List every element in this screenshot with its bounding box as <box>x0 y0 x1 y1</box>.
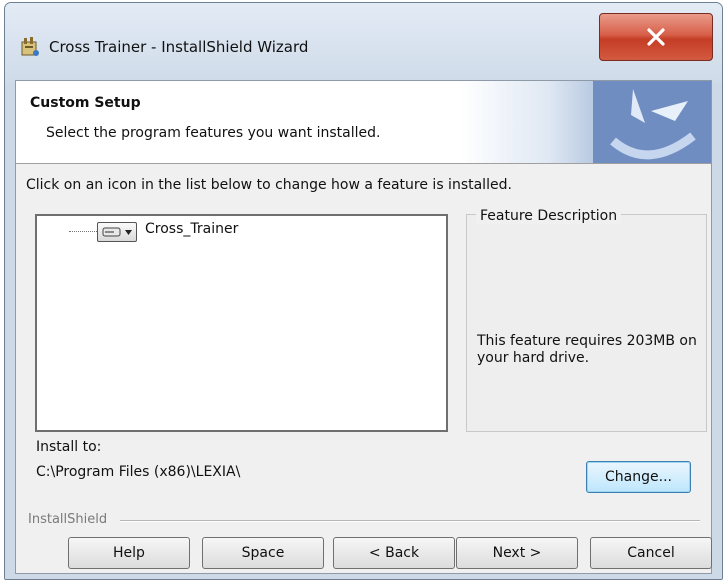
feature-description-text: This feature requires 203MB on your hard… <box>477 333 697 366</box>
hard-drive-icon <box>102 227 121 237</box>
wizard-client-area: Custom Setup Select the program features… <box>15 80 712 574</box>
feature-install-state-button[interactable] <box>97 222 137 242</box>
page-title: Custom Setup <box>30 95 141 111</box>
install-to-label: Install to: <box>36 439 102 455</box>
change-button[interactable]: Change... <box>586 461 691 493</box>
feature-description-heading: Feature Description <box>476 208 622 224</box>
footer-divider <box>120 520 700 522</box>
install-path: C:\Program Files (x86)\LEXIA\ <box>36 464 241 480</box>
page-subtitle: Select the program features you want ins… <box>46 125 381 141</box>
installshield-logo-icon <box>593 81 711 163</box>
installer-window: Cross Trainer - InstallShield Wizard Cus… <box>4 2 723 580</box>
back-button[interactable]: < Back <box>333 537 455 569</box>
help-button[interactable]: Help <box>68 537 190 569</box>
close-icon <box>647 28 665 46</box>
title-bar: Cross Trainer - InstallShield Wizard <box>5 3 722 83</box>
cancel-button[interactable]: Cancel <box>590 537 712 569</box>
instruction-text: Click on an icon in the list below to ch… <box>26 177 512 193</box>
feature-description-panel: This feature requires 203MB on your hard… <box>466 214 707 432</box>
installshield-brand-label: InstallShield <box>28 512 108 527</box>
header-banner: Custom Setup Select the program features… <box>16 81 711 164</box>
feature-tree[interactable]: Cross_Trainer <box>35 214 448 432</box>
next-button[interactable]: Next > <box>456 537 578 569</box>
dropdown-arrow-icon <box>125 229 132 235</box>
feature-item-cross-trainer[interactable]: Cross_Trainer <box>145 221 238 237</box>
close-button[interactable] <box>599 13 713 61</box>
window-title: Cross Trainer - InstallShield Wizard <box>49 38 309 56</box>
installer-icon <box>19 36 41 58</box>
space-button[interactable]: Space <box>202 537 324 569</box>
